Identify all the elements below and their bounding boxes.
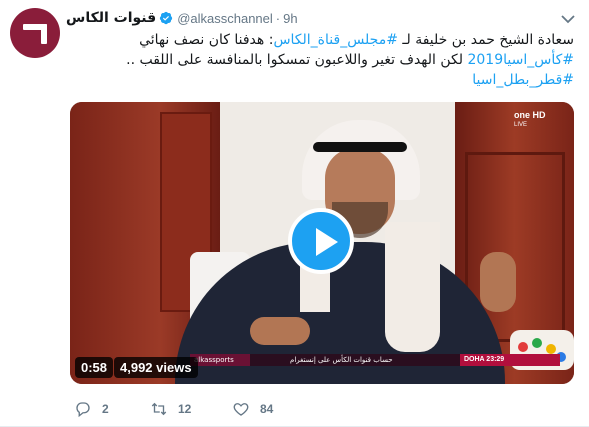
reply-count: 2 [102,402,109,416]
tweet-text-line-3: #قطر_بطل_اسيا [66,70,574,90]
display-name[interactable]: قنوات الكاس [66,10,156,26]
tweet-actions: 2 12 84 [66,398,366,420]
video-person-scarf-right [385,222,440,352]
separator: · [275,10,281,26]
broadcast-ticker: alkassports حساب قنوات الكأس على إنستغرا… [190,354,560,366]
broadcast-logo: one HD [514,110,546,120]
retweet-icon [151,402,167,416]
ticker-brand: alkassports [190,354,250,366]
hashtag-link[interactable]: #مجلس_قناة_الكاس [273,32,398,48]
video-person-hand-right [480,252,516,312]
ticker-clock: DOHA 23:29 [460,354,560,366]
broadcast-live-label: LIVE [514,122,528,128]
hashtag-link[interactable]: #قطر_بطل_اسيا [472,72,574,88]
ticker-text: حساب قنوات الكأس على إنستغرام [290,356,393,364]
hashtag-link[interactable]: #كأس_اسيا2019 [467,52,574,68]
like-count: 84 [260,402,274,416]
timestamp[interactable]: 9h [283,11,297,26]
tweet-text: سعادة الشيخ حمد بن خليفة لـ #مجلس_قناة_ا… [66,30,574,90]
tweet-text-line-2: #كأس_اسيا2019 لكن الهدف تغير واللاعبون ت… [126,52,574,68]
play-icon [316,228,338,256]
reply-icon [76,402,90,418]
video-duration-badge: 0:58 [75,357,114,378]
video-person-agal [313,142,407,152]
avatar-logo-mark-stem [41,24,47,44]
like-button[interactable]: 84 [232,398,273,420]
reply-button[interactable]: 2 [74,398,109,420]
retweet-count: 12 [178,402,192,416]
retweet-button[interactable]: 12 [150,398,191,420]
tweet-text-line-1: سعادة الشيخ حمد بن خليفة لـ #مجلس_قناة_ا… [139,32,574,48]
tweet-header: قنوات الكاس @alkasschannel · 9h [66,8,298,28]
video-views-badge: 4,992 views [114,357,198,378]
verified-badge-icon [160,11,173,25]
video-person-hand-left [250,317,310,345]
chevron-down-icon[interactable] [561,14,575,24]
play-button[interactable] [288,208,354,274]
handle[interactable]: @alkasschannel [177,11,273,26]
heart-icon [233,403,249,416]
tweet-card[interactable]: قنوات الكاس @alkasschannel · 9h سعادة ال… [0,0,589,427]
avatar[interactable] [10,8,60,58]
